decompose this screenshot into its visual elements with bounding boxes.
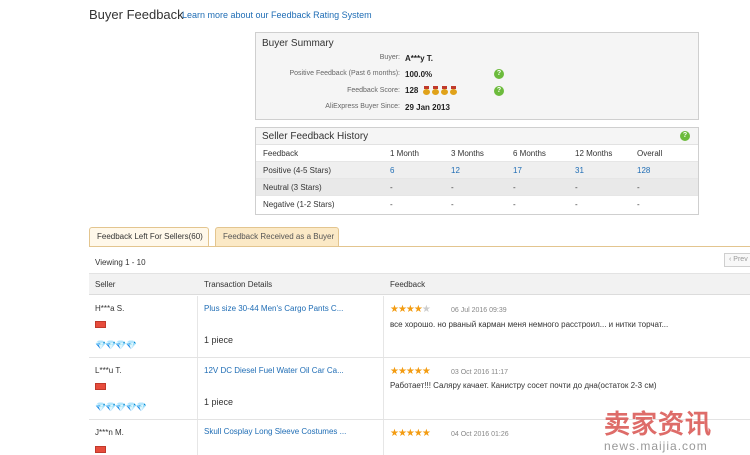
history-row-neutral: Neutral (3 Stars) - - - - - xyxy=(256,179,698,196)
watermark-logo-text: 卖家资讯 xyxy=(604,409,713,439)
star-rating-icon: ★★★★★ xyxy=(390,428,431,439)
history-value: - xyxy=(390,183,393,192)
product-link[interactable]: 12V DC Diesel Fuel Water Oil Car Ca... xyxy=(204,366,344,375)
medal-icon xyxy=(440,86,448,95)
medal-icon xyxy=(449,86,457,95)
tab-feedback-left-for-sellers[interactable]: Feedback Left For Sellers(60) xyxy=(89,227,209,247)
positive-feedback-label: Positive Feedback (Past 6 months): xyxy=(289,70,401,77)
buyer-since-label: AliExpress Buyer Since: xyxy=(325,103,400,110)
product-link[interactable]: Plus size 30-44 Men's Cargo Pants C... xyxy=(204,304,343,313)
country-flag-icon xyxy=(95,446,106,453)
history-value-link[interactable]: 128 xyxy=(637,166,650,175)
viewing-count: Viewing 1 - 10 xyxy=(95,258,146,267)
history-value: - xyxy=(451,200,454,209)
history-col-header: 12 Months xyxy=(575,149,613,158)
prev-page-button[interactable]: ‹ Prev xyxy=(724,253,750,267)
star-rating-icon: ★★★★★ xyxy=(390,304,431,315)
history-header: Seller Feedback History ? xyxy=(256,128,698,145)
buyer-label: Buyer: xyxy=(379,54,400,61)
diamond-rating-icon: 💎💎💎💎💎 xyxy=(95,402,147,412)
buyer-value: A***y T. xyxy=(405,54,434,63)
quantity: 1 piece xyxy=(204,397,234,407)
star-rating-icon: ★★★★★ xyxy=(390,366,431,377)
history-row-label: Positive (4-5 Stars) xyxy=(263,166,332,175)
history-value-link[interactable]: 31 xyxy=(575,166,584,175)
history-value: - xyxy=(513,200,516,209)
column-divider xyxy=(197,358,198,419)
feedback-rating-system-link[interactable]: Learn more about our Feedback Rating Sys… xyxy=(182,10,372,20)
history-value-link[interactable]: 17 xyxy=(513,166,522,175)
buyer-since-value: 29 Jan 2013 xyxy=(405,103,450,112)
medal-icon xyxy=(422,86,430,95)
feedback-score-row: 128 xyxy=(405,86,457,95)
buyer-summary-panel: Buyer Summary Buyer: A***y T. Positive F… xyxy=(255,32,699,120)
history-title: Seller Feedback History xyxy=(262,131,369,142)
history-value: - xyxy=(637,200,640,209)
history-column-header-row: Feedback 1 Month 3 Months 6 Months 12 Mo… xyxy=(256,145,698,162)
history-col-header: 3 Months xyxy=(451,149,484,158)
chevron-left-icon: ‹ xyxy=(729,256,732,263)
history-value-link[interactable]: 12 xyxy=(451,166,460,175)
history-col-header: Overall xyxy=(637,149,663,158)
product-link[interactable]: Skull Cosplay Long Sleeve Costumes ... xyxy=(204,427,346,436)
seller-name: H***a S. xyxy=(95,304,125,313)
history-row-negative: Negative (1-2 Stars) - - - - - xyxy=(256,196,698,213)
seller-name: J***n M. xyxy=(95,428,124,437)
feedback-date: 06 Jul 2016 09:39 xyxy=(451,307,507,314)
history-col-header: 1 Month xyxy=(390,149,419,158)
history-col-header: 6 Months xyxy=(513,149,546,158)
help-icon[interactable]: ? xyxy=(494,69,504,79)
diamond-rating-icon: 💎💎💎💎 xyxy=(95,340,137,350)
tab-feedback-received-as-buyer[interactable]: Feedback Received as a Buyer xyxy=(215,227,339,247)
column-divider xyxy=(383,358,384,419)
column-header-transaction: Transaction Details xyxy=(204,280,273,289)
feedback-date: 04 Oct 2016 01:26 xyxy=(451,431,509,438)
history-value: - xyxy=(575,183,578,192)
help-icon[interactable]: ? xyxy=(680,131,690,141)
feedback-text: все хорошо. но рваный карман меня немног… xyxy=(390,320,669,329)
column-header-seller: Seller xyxy=(95,280,116,289)
table-row: H***a S. 💎💎💎💎 Plus size 30-44 Men's Carg… xyxy=(89,296,750,358)
help-icon[interactable]: ? xyxy=(494,86,504,96)
page-title: Buyer Feedback xyxy=(89,7,184,22)
column-divider xyxy=(197,420,198,455)
history-row-label: Neutral (3 Stars) xyxy=(263,183,322,192)
medal-icon xyxy=(431,86,439,95)
history-col-header: Feedback xyxy=(263,149,299,158)
feedback-score-label: Feedback Score: xyxy=(347,87,400,94)
country-flag-icon xyxy=(95,383,106,390)
history-value: - xyxy=(637,183,640,192)
feedback-score-value: 128 xyxy=(405,86,419,95)
positive-feedback-value: 100.0% xyxy=(405,70,433,79)
column-divider xyxy=(383,296,384,357)
feedback-table-header: Seller Transaction Details Feedback xyxy=(89,273,750,295)
feedback-date: 03 Oct 2016 11:17 xyxy=(451,369,509,376)
history-value: - xyxy=(575,200,578,209)
history-value: - xyxy=(451,183,454,192)
seller-feedback-history-panel: Seller Feedback History ? Feedback 1 Mon… xyxy=(255,127,699,215)
history-row-positive: Positive (4-5 Stars) 6 12 17 31 128 xyxy=(256,162,698,179)
quantity: 1 piece xyxy=(204,335,234,345)
prev-label: Prev xyxy=(733,256,748,263)
column-divider xyxy=(383,420,384,455)
column-header-feedback: Feedback xyxy=(390,280,426,289)
buyer-summary-title: Buyer Summary xyxy=(262,38,334,49)
history-row-label: Negative (1-2 Stars) xyxy=(263,200,335,209)
feedback-text: Работает!!! Саляру качает. Канистру сосе… xyxy=(390,381,657,390)
history-value: - xyxy=(390,200,393,209)
history-value: - xyxy=(513,183,516,192)
country-flag-icon xyxy=(95,321,106,328)
watermark: 卖家资讯 news.maijia.com xyxy=(604,404,750,455)
seller-name: L***u T. xyxy=(95,366,122,375)
column-divider xyxy=(197,296,198,357)
watermark-url: news.maijia.com xyxy=(604,439,708,453)
tab-divider xyxy=(89,246,750,247)
history-value-link[interactable]: 6 xyxy=(390,166,394,175)
